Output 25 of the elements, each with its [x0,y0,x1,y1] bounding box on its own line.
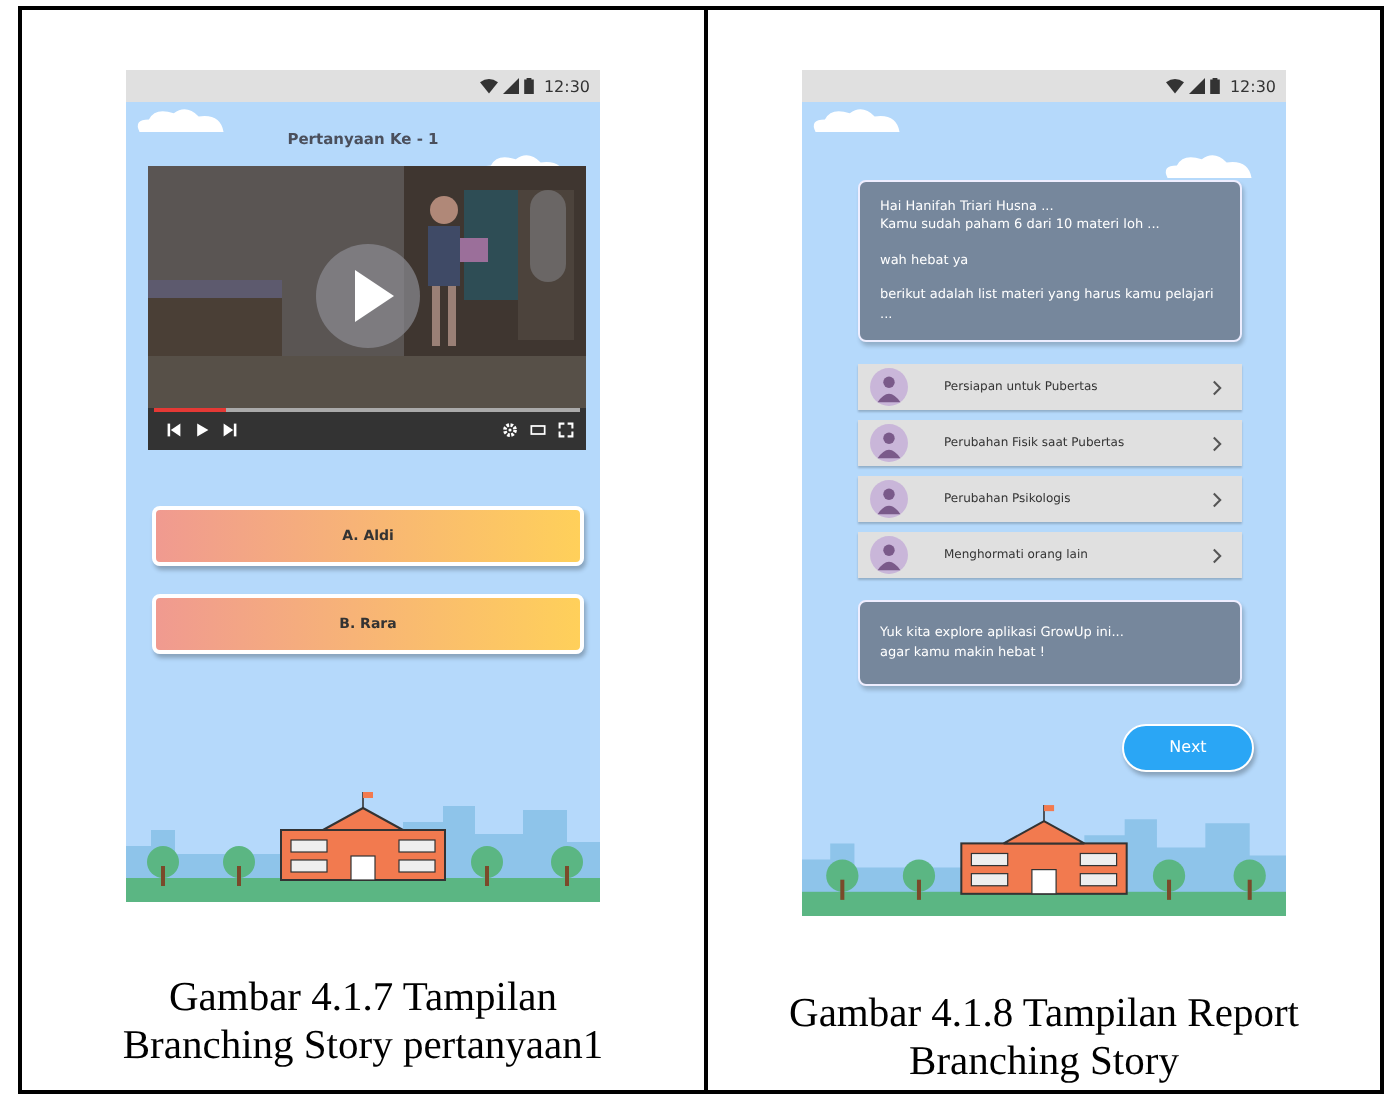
fullscreen-icon[interactable] [558,422,574,439]
play-button[interactable] [316,244,420,348]
person-icon [870,480,908,519]
chevron-right-icon [1212,547,1222,564]
signal-icon [501,78,520,94]
status-time: 12:30 [543,77,590,95]
next-icon[interactable] [222,422,238,439]
person-icon [870,424,908,463]
figure-caption: Gambar 4.1.7 Tampilan Branching Story pertanyaan1 [122,974,604,1070]
figure-caption: Gambar 4.1.8 Tampilan Report Branching Story [789,990,1299,1086]
chevron-right-icon [1212,491,1222,508]
person-icon [870,536,908,575]
chevron-right-icon [1212,379,1222,396]
settings-icon[interactable] [502,422,518,439]
wifi-icon [1165,78,1184,94]
previous-icon[interactable] [166,422,182,439]
battery-icon [523,78,534,94]
status-time: 12:30 [1229,77,1276,95]
person-icon [870,368,908,407]
play-icon[interactable] [194,422,210,439]
theater-icon[interactable] [530,422,546,439]
signal-icon [1187,78,1206,94]
battery-icon [1209,78,1220,94]
wifi-icon [479,78,498,94]
chevron-right-icon [1212,435,1222,452]
